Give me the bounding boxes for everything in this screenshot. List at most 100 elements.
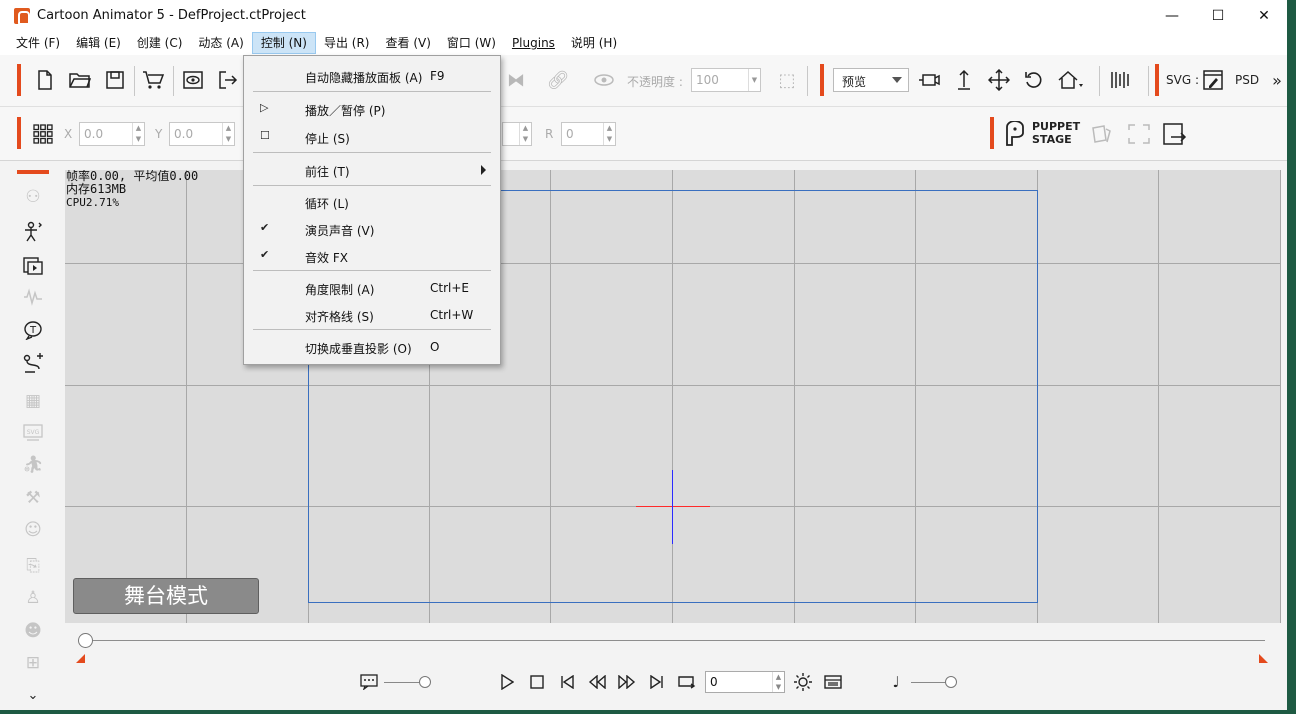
psd-label[interactable]: PSD xyxy=(1235,73,1259,87)
previous-frame-icon[interactable] xyxy=(586,671,608,693)
origin-x-axis xyxy=(636,506,710,507)
import-icon[interactable] xyxy=(215,67,241,93)
toolbar-overflow-icon[interactable]: » xyxy=(1264,67,1287,93)
menu-actor-voice[interactable]: ✔ 演员声音 (V) xyxy=(244,216,500,242)
menu-play-pause[interactable]: ▷ 播放／暂停 (P) xyxy=(244,96,500,122)
pivot-icon[interactable]: ⬚ xyxy=(774,67,800,93)
move-up-icon[interactable] xyxy=(951,67,977,93)
timeline-panel-icon[interactable] xyxy=(822,671,844,693)
barcode-icon[interactable] xyxy=(1108,67,1134,93)
menu-vertical-projection[interactable]: 切换成垂直投影 (O) O xyxy=(244,334,500,360)
volume-slider-knob[interactable] xyxy=(945,676,957,688)
store-cart-icon[interactable] xyxy=(140,67,166,93)
menu-help[interactable]: 说明 (H) xyxy=(563,32,625,54)
last-frame-icon[interactable] xyxy=(646,671,668,693)
control-menu-dropdown: 自动隐藏播放面板 (A) F9 ▷ 播放／暂停 (P) ☐ 停止 (S) 前往 … xyxy=(243,55,501,365)
menu-loop[interactable]: 循环 (L) xyxy=(244,189,500,215)
menu-auto-hide-playback[interactable]: 自动隐藏播放面板 (A) F9 xyxy=(244,63,500,89)
stop-icon[interactable] xyxy=(526,671,548,693)
svg-text:T: T xyxy=(29,325,37,336)
toolbar-accent xyxy=(17,117,21,149)
rotation-field[interactable]: 0 ▲ ▼ xyxy=(561,122,616,146)
fullscreen-icon[interactable] xyxy=(1126,121,1152,147)
character-composer-icon[interactable] xyxy=(20,219,46,245)
subtitle-icon[interactable] xyxy=(358,671,380,693)
menu-view[interactable]: 查看 (V) xyxy=(378,32,439,54)
first-frame-icon[interactable] xyxy=(556,671,578,693)
home-reset-icon[interactable] xyxy=(1057,67,1083,93)
character-icon[interactable]: ⚇ xyxy=(20,184,46,210)
menu-export[interactable]: 导出 (R) xyxy=(316,32,378,54)
menu-stop[interactable]: ☐ 停止 (S) xyxy=(244,124,500,150)
frame-number-field[interactable]: 0 ▲ ▼ xyxy=(705,671,785,693)
bone-rig-icon[interactable]: ⚒︎ xyxy=(20,485,46,511)
range-end-marker[interactable] xyxy=(1259,654,1268,663)
title-bar: Cartoon Animator 5 - DefProject.ctProjec… xyxy=(0,0,1287,31)
transform-grid-icon[interactable]: ⊞ xyxy=(20,650,46,676)
menu-snap-grid[interactable]: 对齐格线 (S) Ctrl+W xyxy=(244,302,500,328)
flip-icon[interactable]: ⧓ xyxy=(503,67,529,93)
save-icon[interactable] xyxy=(102,67,128,93)
svg-tool-icon[interactable]: SVG xyxy=(20,420,46,446)
menu-control[interactable]: 控制 (N) xyxy=(251,32,316,54)
speed-slider-track[interactable] xyxy=(384,682,424,683)
preview-mode-select[interactable]: 预览 xyxy=(833,68,909,92)
close-button[interactable]: ✕ xyxy=(1241,0,1287,31)
toolbar-accent xyxy=(820,64,824,96)
menu-edit[interactable]: 编辑 (E) xyxy=(68,32,129,54)
menu-go-to[interactable]: 前往 (T) xyxy=(244,157,500,183)
sprite-icon[interactable] xyxy=(1088,121,1114,147)
next-frame-icon[interactable] xyxy=(616,671,638,693)
export-frame-icon[interactable] xyxy=(1162,121,1188,147)
body-puppet-icon[interactable]: ♙ xyxy=(20,585,46,611)
minimize-button[interactable]: — xyxy=(1149,0,1195,31)
play-icon[interactable] xyxy=(496,671,518,693)
audio-wave-icon[interactable] xyxy=(20,284,46,310)
puppet-stage-button[interactable]: PUPPET STAGE xyxy=(1003,119,1080,149)
svg-edit-icon[interactable] xyxy=(1200,67,1226,93)
menu-file[interactable]: 文件 (F) xyxy=(8,32,68,54)
separator xyxy=(173,66,174,96)
menu-angle-limit[interactable]: 角度限制 (A) Ctrl+E xyxy=(244,275,500,301)
link-icon[interactable]: 🔗︎ xyxy=(545,67,571,93)
stage-scrollbar[interactable] xyxy=(1281,163,1287,623)
settings-sun-icon[interactable] xyxy=(792,671,814,693)
grid-layout-icon[interactable] xyxy=(30,121,56,147)
menu-sound-fx[interactable]: ✔ 音效 FX xyxy=(244,243,500,269)
menu-create[interactable]: 创建 (C) xyxy=(129,32,191,54)
range-start-marker[interactable] xyxy=(76,654,85,663)
expand-panel-icon[interactable]: ⌄ xyxy=(20,682,46,708)
app-window: Cartoon Animator 5 - DefProject.ctProjec… xyxy=(0,0,1287,710)
path-add-icon[interactable] xyxy=(20,351,46,377)
y-position-field[interactable]: 0.0 ▲ ▼ xyxy=(169,122,235,146)
motion-pose-icon[interactable]: ⛹︎ xyxy=(20,452,46,478)
maximize-button[interactable]: ☐ xyxy=(1195,0,1241,31)
scene-icon[interactable] xyxy=(20,252,46,278)
scale-field[interactable]: ▲ ▼ xyxy=(502,122,532,146)
x-position-field[interactable]: 0.0 ▲ ▼ xyxy=(79,122,145,146)
head-icon[interactable]: ☻︎ xyxy=(20,618,46,644)
timeline-scrubber[interactable] xyxy=(78,633,93,648)
music-note-icon[interactable]: ♩ xyxy=(885,671,907,693)
open-folder-icon[interactable] xyxy=(67,67,93,93)
visibility-eye-icon[interactable] xyxy=(591,67,617,93)
loop-icon[interactable] xyxy=(676,671,698,693)
new-file-icon[interactable] xyxy=(32,67,58,93)
stage-mode-button[interactable]: 舞台模式 xyxy=(73,578,259,614)
menu-window[interactable]: 窗口 (W) xyxy=(439,32,504,54)
sprite-switch-icon[interactable]: ⎘ xyxy=(20,553,46,579)
face-puppet-icon[interactable]: ☺︎ xyxy=(20,517,46,543)
move-icon[interactable] xyxy=(986,67,1012,93)
timeline-track[interactable] xyxy=(85,640,1265,641)
text-bubble-icon[interactable]: T xyxy=(20,317,46,343)
r-label: R xyxy=(545,127,554,141)
camera-icon[interactable] xyxy=(916,67,942,93)
opacity-field[interactable]: 100 ▼ xyxy=(691,68,761,92)
menu-plugins[interactable]: Plugins xyxy=(504,32,563,54)
menu-animation[interactable]: 动态 (A) xyxy=(190,32,251,54)
panel-accent xyxy=(17,170,49,174)
speed-slider-knob[interactable] xyxy=(419,676,431,688)
rotate-icon[interactable] xyxy=(1021,67,1047,93)
sprite-grid-icon[interactable]: ▦ xyxy=(20,388,46,414)
preview-eye-icon[interactable] xyxy=(180,67,206,93)
